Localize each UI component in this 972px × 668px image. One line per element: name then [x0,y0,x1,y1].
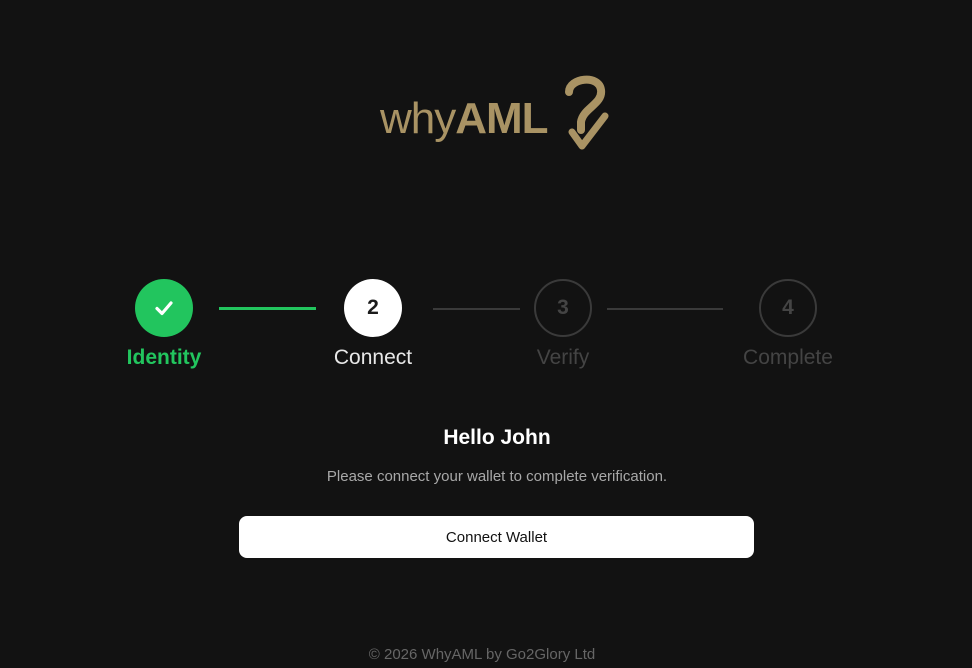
greeting-heading: Hello John [443,426,551,449]
checkmark-icon [155,301,173,316]
step-verify-circle: 3 [534,279,592,337]
connector-verify-complete [607,308,723,310]
step-connect-circle: 2 [344,279,402,337]
connector-connect-verify [433,308,520,310]
logo-text-light: why [380,94,456,143]
footer-copyright: © 2026 WhyAML by Go2Glory Ltd [368,646,596,663]
progress-stepper: Identity 2 Connect 3 Verify 4 Complete [0,278,972,378]
step-complete-label: Complete [743,346,833,369]
step-connect-label: Connect [333,346,413,369]
whyaml-logo: whyAML [380,70,610,155]
step-verify-label: Verify [536,346,590,369]
step-identity-circle [135,279,193,337]
verification-page: whyAML Identity 2 Connect 3 Verify 4 Com… [0,0,972,668]
step-identity-label: Identity [126,346,202,369]
connect-wallet-button[interactable]: Connect Wallet [239,516,754,558]
instruction-text: Please connect your wallet to complete v… [326,468,668,485]
logo-wordmark: whyAML [380,94,549,144]
step-complete-circle: 4 [759,279,817,337]
connector-identity-connect [219,307,316,310]
logo-text-bold: AML [455,94,548,143]
question-check-icon [565,75,609,150]
